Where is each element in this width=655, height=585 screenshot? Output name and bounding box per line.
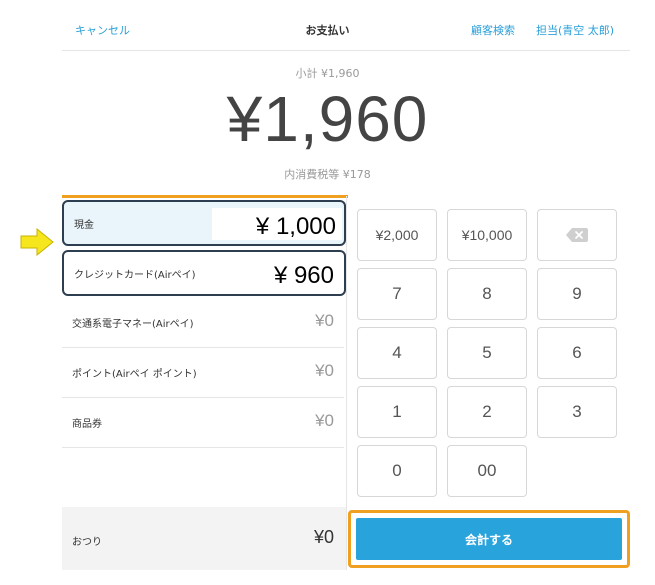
backspace-key[interactable] <box>537 209 617 261</box>
payment-row-gift-voucher[interactable]: 商品券 ¥0 <box>62 398 344 448</box>
payment-label-gift-voucher: 商品券 <box>72 419 102 430</box>
key-3[interactable]: 3 <box>537 386 617 438</box>
key-4[interactable]: 4 <box>357 327 437 379</box>
selection-highlight-bar <box>62 195 348 198</box>
payment-label-cash: 現金 <box>74 220 94 231</box>
key-8[interactable]: 8 <box>447 268 527 320</box>
panel-divider <box>346 196 347 570</box>
payment-label-credit-card: クレジットカード(Airペイ) <box>74 270 196 281</box>
key-6[interactable]: 6 <box>537 327 617 379</box>
key-1[interactable]: 1 <box>357 386 437 438</box>
pointer-arrow-icon <box>20 228 54 256</box>
payment-row-credit-card[interactable]: クレジットカード(Airペイ) ¥ 960 <box>62 250 346 296</box>
change-label: おつり <box>72 537 102 548</box>
key-5[interactable]: 5 <box>447 327 527 379</box>
payment-label-points: ポイント(Airペイ ポイント) <box>72 369 197 380</box>
key-9[interactable]: 9 <box>537 268 617 320</box>
key-7[interactable]: 7 <box>357 268 437 320</box>
checkout-button[interactable]: 会計する <box>356 518 622 560</box>
key-10000-yen[interactable]: ¥10,000 <box>447 209 527 261</box>
key-00[interactable]: 00 <box>447 445 527 497</box>
payment-label-transit-ic: 交通系電子マネー(Airペイ) <box>72 319 194 330</box>
cash-amount-field[interactable]: ¥ 1,000 <box>212 208 342 240</box>
key-2[interactable]: 2 <box>447 386 527 438</box>
tax-text: 内消費税等 ¥178 <box>284 168 371 181</box>
credit-card-amount-value: ¥ 960 <box>273 262 334 289</box>
backspace-icon <box>566 228 588 242</box>
payment-row-cash[interactable]: 現金 ¥ 1,000 <box>62 200 346 246</box>
checkout-highlight: 会計する <box>348 510 630 568</box>
change-amount: ¥0 <box>313 527 334 547</box>
payment-row-transit-ic[interactable]: 交通系電子マネー(Airペイ) ¥0 <box>62 298 344 348</box>
cash-amount-value: ¥ 1,000 <box>255 213 336 240</box>
key-0[interactable]: 0 <box>357 445 437 497</box>
payment-row-points[interactable]: ポイント(Airペイ ポイント) ¥0 <box>62 348 344 398</box>
total-amount: ¥1,960 <box>226 83 429 155</box>
gift-voucher-amount: ¥0 <box>315 411 334 430</box>
change-row: おつり ¥0 <box>62 507 346 570</box>
subtotal-text: 小計 ¥1,960 <box>295 67 360 80</box>
customer-search-link[interactable]: 顧客検索 <box>471 22 515 38</box>
key-2000-yen[interactable]: ¥2,000 <box>357 209 437 261</box>
staff-selector[interactable]: 担当(青空 太郎) <box>536 22 614 38</box>
points-amount: ¥0 <box>315 361 334 380</box>
header-divider <box>62 50 630 51</box>
transit-ic-amount: ¥0 <box>315 311 334 330</box>
